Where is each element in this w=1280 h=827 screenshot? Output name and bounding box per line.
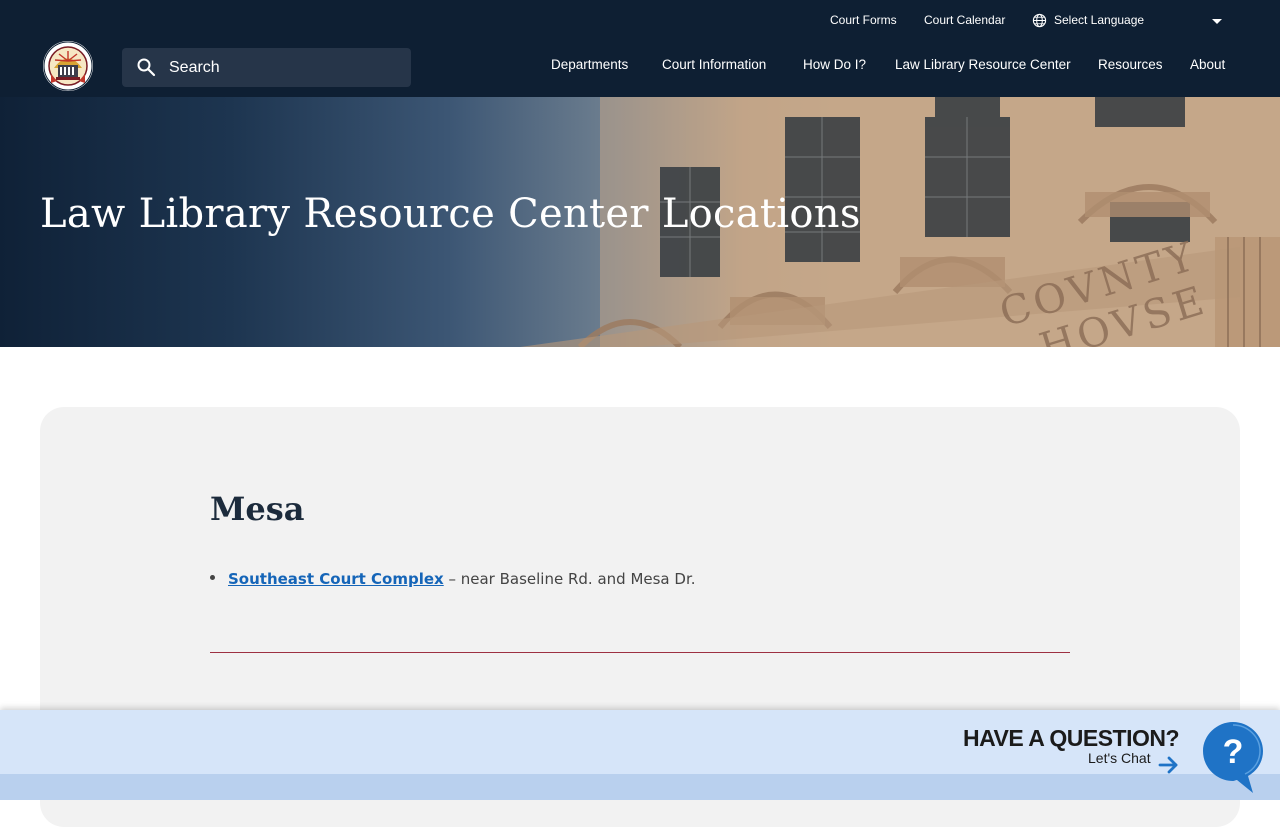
court-seal-logo[interactable]: [43, 41, 93, 91]
chat-bubble-icon[interactable]: ?: [1201, 720, 1265, 796]
arrow-right-icon[interactable]: [1158, 756, 1180, 774]
southeast-court-complex-link[interactable]: Southeast Court Complex: [228, 570, 444, 588]
chat-bubble-symbol: ?: [1223, 733, 1244, 771]
nav-departments[interactable]: Departments: [551, 57, 628, 72]
location-item: Southeast Court Complex – near Baseline …: [210, 570, 696, 588]
nav-law-library[interactable]: Law Library Resource Center: [895, 57, 1071, 72]
hero-banner: COVNTY HOVSE Law Library Resource Center…: [0, 97, 1280, 347]
location-description: – near Baseline Rd. and Mesa Dr.: [443, 570, 696, 588]
chat-link[interactable]: Let's Chat: [1088, 750, 1151, 766]
section-divider: [210, 652, 1070, 653]
language-selector[interactable]: Select Language: [1030, 9, 1230, 33]
site-header: Court Forms Court Calendar Select Langua…: [0, 0, 1280, 97]
page-title: Law Library Resource Center Locations: [40, 191, 861, 237]
nav-resources[interactable]: Resources: [1098, 57, 1163, 72]
court-forms-link[interactable]: Court Forms: [830, 13, 897, 27]
section-heading-mesa: Mesa: [210, 490, 305, 528]
caret-down-icon: [1212, 19, 1222, 24]
chat-bar-footer: [0, 774, 1280, 800]
search-placeholder: Search: [169, 59, 220, 76]
nav-how-do-i[interactable]: How Do I?: [803, 57, 866, 72]
nav-court-information[interactable]: Court Information: [662, 57, 766, 72]
bullet: [210, 575, 215, 580]
search-box[interactable]: Search: [122, 48, 411, 87]
nav-about[interactable]: About: [1190, 57, 1225, 72]
court-seal-graphic: [43, 41, 93, 91]
court-calendar-link[interactable]: Court Calendar: [924, 13, 1005, 27]
search-icon: [137, 58, 156, 77]
globe-icon: [1032, 13, 1047, 28]
location-list: Southeast Court Complex – near Baseline …: [210, 570, 696, 588]
chat-heading: HAVE A QUESTION?: [963, 725, 1180, 751]
language-label: Select Language: [1054, 13, 1145, 27]
